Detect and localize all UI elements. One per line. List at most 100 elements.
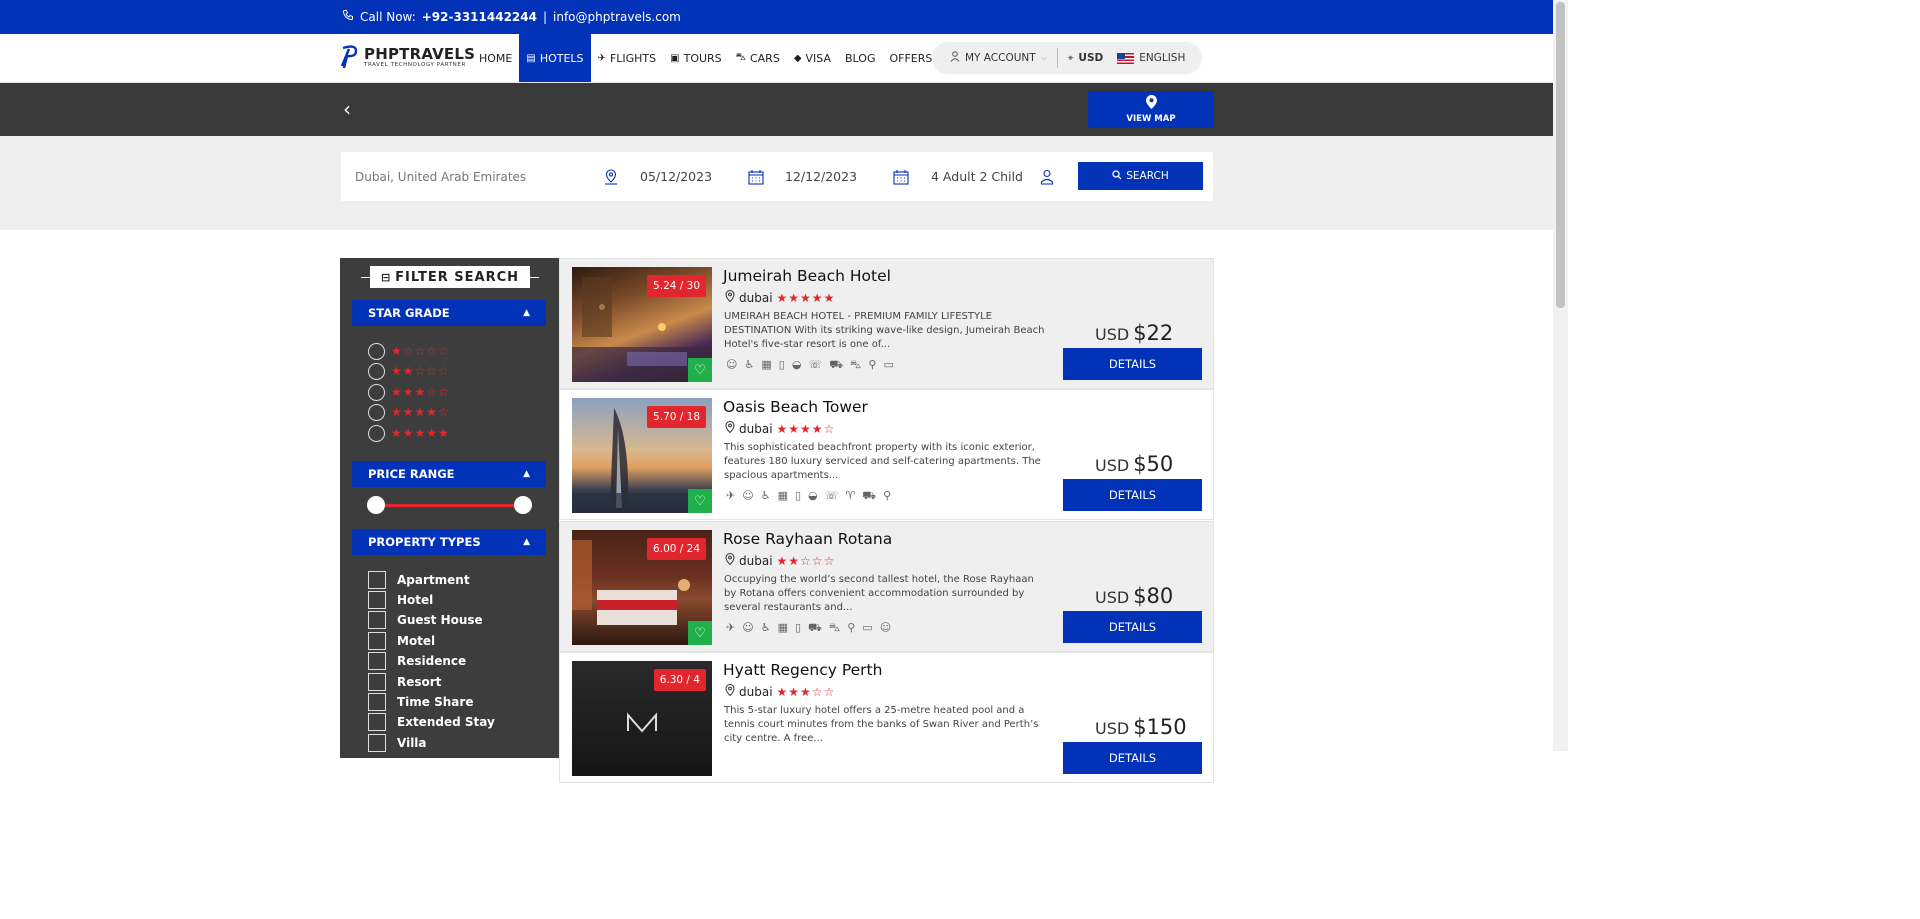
hotel-image[interactable]: 5.24 / 30 ♡ bbox=[572, 267, 712, 382]
phone-number[interactable]: +92-3311442244 bbox=[422, 10, 537, 24]
search-band: Dubai, United Arab Emirates 05/12/2023 1… bbox=[0, 136, 1553, 230]
star-option-1[interactable]: ★☆☆☆☆ bbox=[368, 341, 450, 361]
back-chevron-icon[interactable]: ‹ bbox=[343, 97, 351, 121]
property-option-hotel[interactable]: Hotel bbox=[368, 590, 433, 610]
title-line bbox=[361, 277, 370, 278]
property-checkbox[interactable] bbox=[368, 652, 386, 670]
language-dropdown[interactable]: ENGLISH bbox=[1113, 52, 1195, 64]
hotel-name[interactable]: Oasis Beach Tower bbox=[723, 398, 868, 416]
my-account-dropdown[interactable]: MY ACCOUNT ⌵ bbox=[932, 51, 1057, 65]
amenities-row: ✈ ☺ ♿ ▦ ▯ ◒ ☏ ♈ ⛟ ⚲ bbox=[726, 489, 891, 504]
details-button[interactable]: DETAILS bbox=[1063, 611, 1202, 643]
hotel-image[interactable]: 6.30 / 4 bbox=[572, 661, 712, 776]
hotel-name[interactable]: Jumeirah Beach Hotel bbox=[723, 267, 891, 285]
destination-input[interactable]: Dubai, United Arab Emirates bbox=[355, 152, 526, 201]
property-label: Apartment bbox=[397, 573, 470, 587]
property-option-resort[interactable]: Resort bbox=[368, 672, 441, 692]
hotel-image[interactable]: 5.70 / 18 ♡ bbox=[572, 398, 712, 513]
location-text: dubai bbox=[739, 421, 773, 436]
hotel-card: 5.70 / 18 ♡ Oasis Beach Tower dubai ★★★★… bbox=[559, 389, 1214, 520]
property-option-apartment[interactable]: Apartment bbox=[368, 570, 470, 590]
location-pin-icon bbox=[725, 683, 735, 699]
property-checkbox[interactable] bbox=[368, 713, 386, 731]
star-option-5[interactable]: ★★★★★ bbox=[368, 423, 450, 443]
star-option-3[interactable]: ★★★☆☆ bbox=[368, 382, 450, 402]
nav-visa[interactable]: ◆ VISA bbox=[787, 34, 838, 82]
logo[interactable]: PHPTRAVELS TRAVEL TECHNOLOGY PARTNER bbox=[340, 44, 475, 70]
nav-hotels[interactable]: ▤ HOTELS bbox=[519, 34, 591, 82]
search-button-label: SEARCH bbox=[1126, 170, 1169, 182]
property-checkbox[interactable] bbox=[368, 591, 386, 609]
property-option-residence[interactable]: Residence bbox=[368, 651, 466, 671]
checkin-date-input[interactable]: 05/12/2023 bbox=[640, 152, 712, 201]
slider-max-handle[interactable] bbox=[514, 496, 532, 514]
hotel-card: 6.30 / 4 Hyatt Regency Perth dubai ★★★☆☆… bbox=[559, 652, 1214, 783]
rating-badge: 5.70 / 18 bbox=[647, 406, 706, 428]
email-link[interactable]: info@phptravels.com bbox=[553, 10, 681, 24]
star-rating: ★☆☆☆☆ bbox=[391, 344, 450, 358]
star-radio[interactable] bbox=[368, 383, 385, 401]
property-option-time-share[interactable]: Time Share bbox=[368, 692, 473, 712]
details-button[interactable]: DETAILS bbox=[1063, 348, 1202, 380]
amenity-icon: ▯ bbox=[794, 621, 802, 634]
property-types-header[interactable]: PROPERTY TYPES ▲ bbox=[352, 529, 546, 555]
property-option-motel[interactable]: Motel bbox=[368, 631, 435, 651]
amenity-icon: ✈ bbox=[726, 621, 736, 634]
property-option-extended-stay[interactable]: Extended Stay bbox=[368, 712, 495, 732]
nav-cars[interactable]: ⛍ CARS bbox=[729, 34, 787, 82]
map-pin-icon bbox=[1145, 95, 1157, 112]
nav-offers[interactable]: OFFERS bbox=[882, 34, 939, 82]
property-checkbox[interactable] bbox=[368, 693, 386, 711]
header-band: ‹ VIEW MAP bbox=[0, 83, 1553, 136]
property-label: Motel bbox=[397, 634, 436, 648]
currency-dropdown[interactable]: ⌖ USD bbox=[1058, 52, 1113, 64]
property-option-guest-house[interactable]: Guest House bbox=[368, 610, 483, 630]
main-navbar: PHPTRAVELS TRAVEL TECHNOLOGY PARTNER HOM… bbox=[0, 34, 1553, 83]
price-amount: $50 bbox=[1133, 452, 1174, 476]
money-icon: ⌖ bbox=[1067, 52, 1074, 64]
heart-plus-icon[interactable]: ♡ bbox=[688, 489, 712, 513]
separator: | bbox=[542, 9, 548, 24]
nav-blog[interactable]: BLOG bbox=[838, 34, 882, 82]
property-checkbox[interactable] bbox=[368, 611, 386, 629]
nav-flights[interactable]: ✈ FLIGHTS bbox=[591, 34, 664, 82]
property-checkbox[interactable] bbox=[368, 632, 386, 650]
star-radio[interactable] bbox=[368, 403, 385, 421]
nav-home[interactable]: HOME bbox=[472, 34, 519, 82]
details-button[interactable]: DETAILS bbox=[1063, 742, 1202, 774]
heart-plus-icon[interactable]: ♡ bbox=[688, 358, 712, 382]
search-form: Dubai, United Arab Emirates 05/12/2023 1… bbox=[341, 152, 1213, 201]
property-checkbox[interactable] bbox=[368, 571, 386, 589]
property-checkbox[interactable] bbox=[368, 734, 386, 752]
star-rating: ★★★☆☆ bbox=[391, 385, 450, 399]
view-map-button[interactable]: VIEW MAP bbox=[1088, 91, 1214, 128]
location-text: dubai bbox=[739, 684, 773, 699]
property-checkbox[interactable] bbox=[368, 673, 386, 691]
details-button[interactable]: DETAILS bbox=[1063, 479, 1202, 511]
heart-plus-icon[interactable]: ♡ bbox=[688, 621, 712, 645]
hotel-name[interactable]: Rose Rayhaan Rotana bbox=[723, 530, 892, 548]
property-label: Guest House bbox=[397, 613, 483, 627]
search-button[interactable]: SEARCH bbox=[1078, 162, 1203, 190]
nav-tours[interactable]: ▣ TOURS bbox=[663, 34, 729, 82]
star-option-4[interactable]: ★★★★☆ bbox=[368, 402, 450, 422]
scrollbar-thumb[interactable] bbox=[1556, 2, 1565, 308]
star-radio[interactable] bbox=[368, 342, 385, 360]
price-amount: $80 bbox=[1133, 584, 1174, 608]
filter-title-label: FILTER SEARCH bbox=[395, 269, 520, 285]
guests-input[interactable]: 4 Adult 2 Child bbox=[931, 152, 1023, 201]
price-range-slider[interactable] bbox=[367, 496, 532, 514]
hotel-description: Occupying the world’s second tallest hot… bbox=[724, 574, 1034, 613]
star-grade-header[interactable]: STAR GRADE ▲ bbox=[352, 300, 546, 326]
page-scrollbar[interactable] bbox=[1553, 0, 1568, 751]
star-radio[interactable] bbox=[368, 362, 385, 380]
property-option-villa[interactable]: Villa bbox=[368, 733, 427, 753]
price-range-header[interactable]: PRICE RANGE ▲ bbox=[352, 461, 546, 487]
slider-min-handle[interactable] bbox=[367, 496, 385, 514]
star-radio[interactable] bbox=[368, 424, 385, 442]
star-option-2[interactable]: ★★☆☆☆ bbox=[368, 361, 450, 381]
hotel-name[interactable]: Hyatt Regency Perth bbox=[723, 661, 882, 679]
checkout-date-input[interactable]: 12/12/2023 bbox=[785, 152, 857, 201]
chevron-down-icon: ⌵ bbox=[1040, 53, 1047, 62]
hotel-image[interactable]: 6.00 / 24 ♡ bbox=[572, 530, 712, 645]
